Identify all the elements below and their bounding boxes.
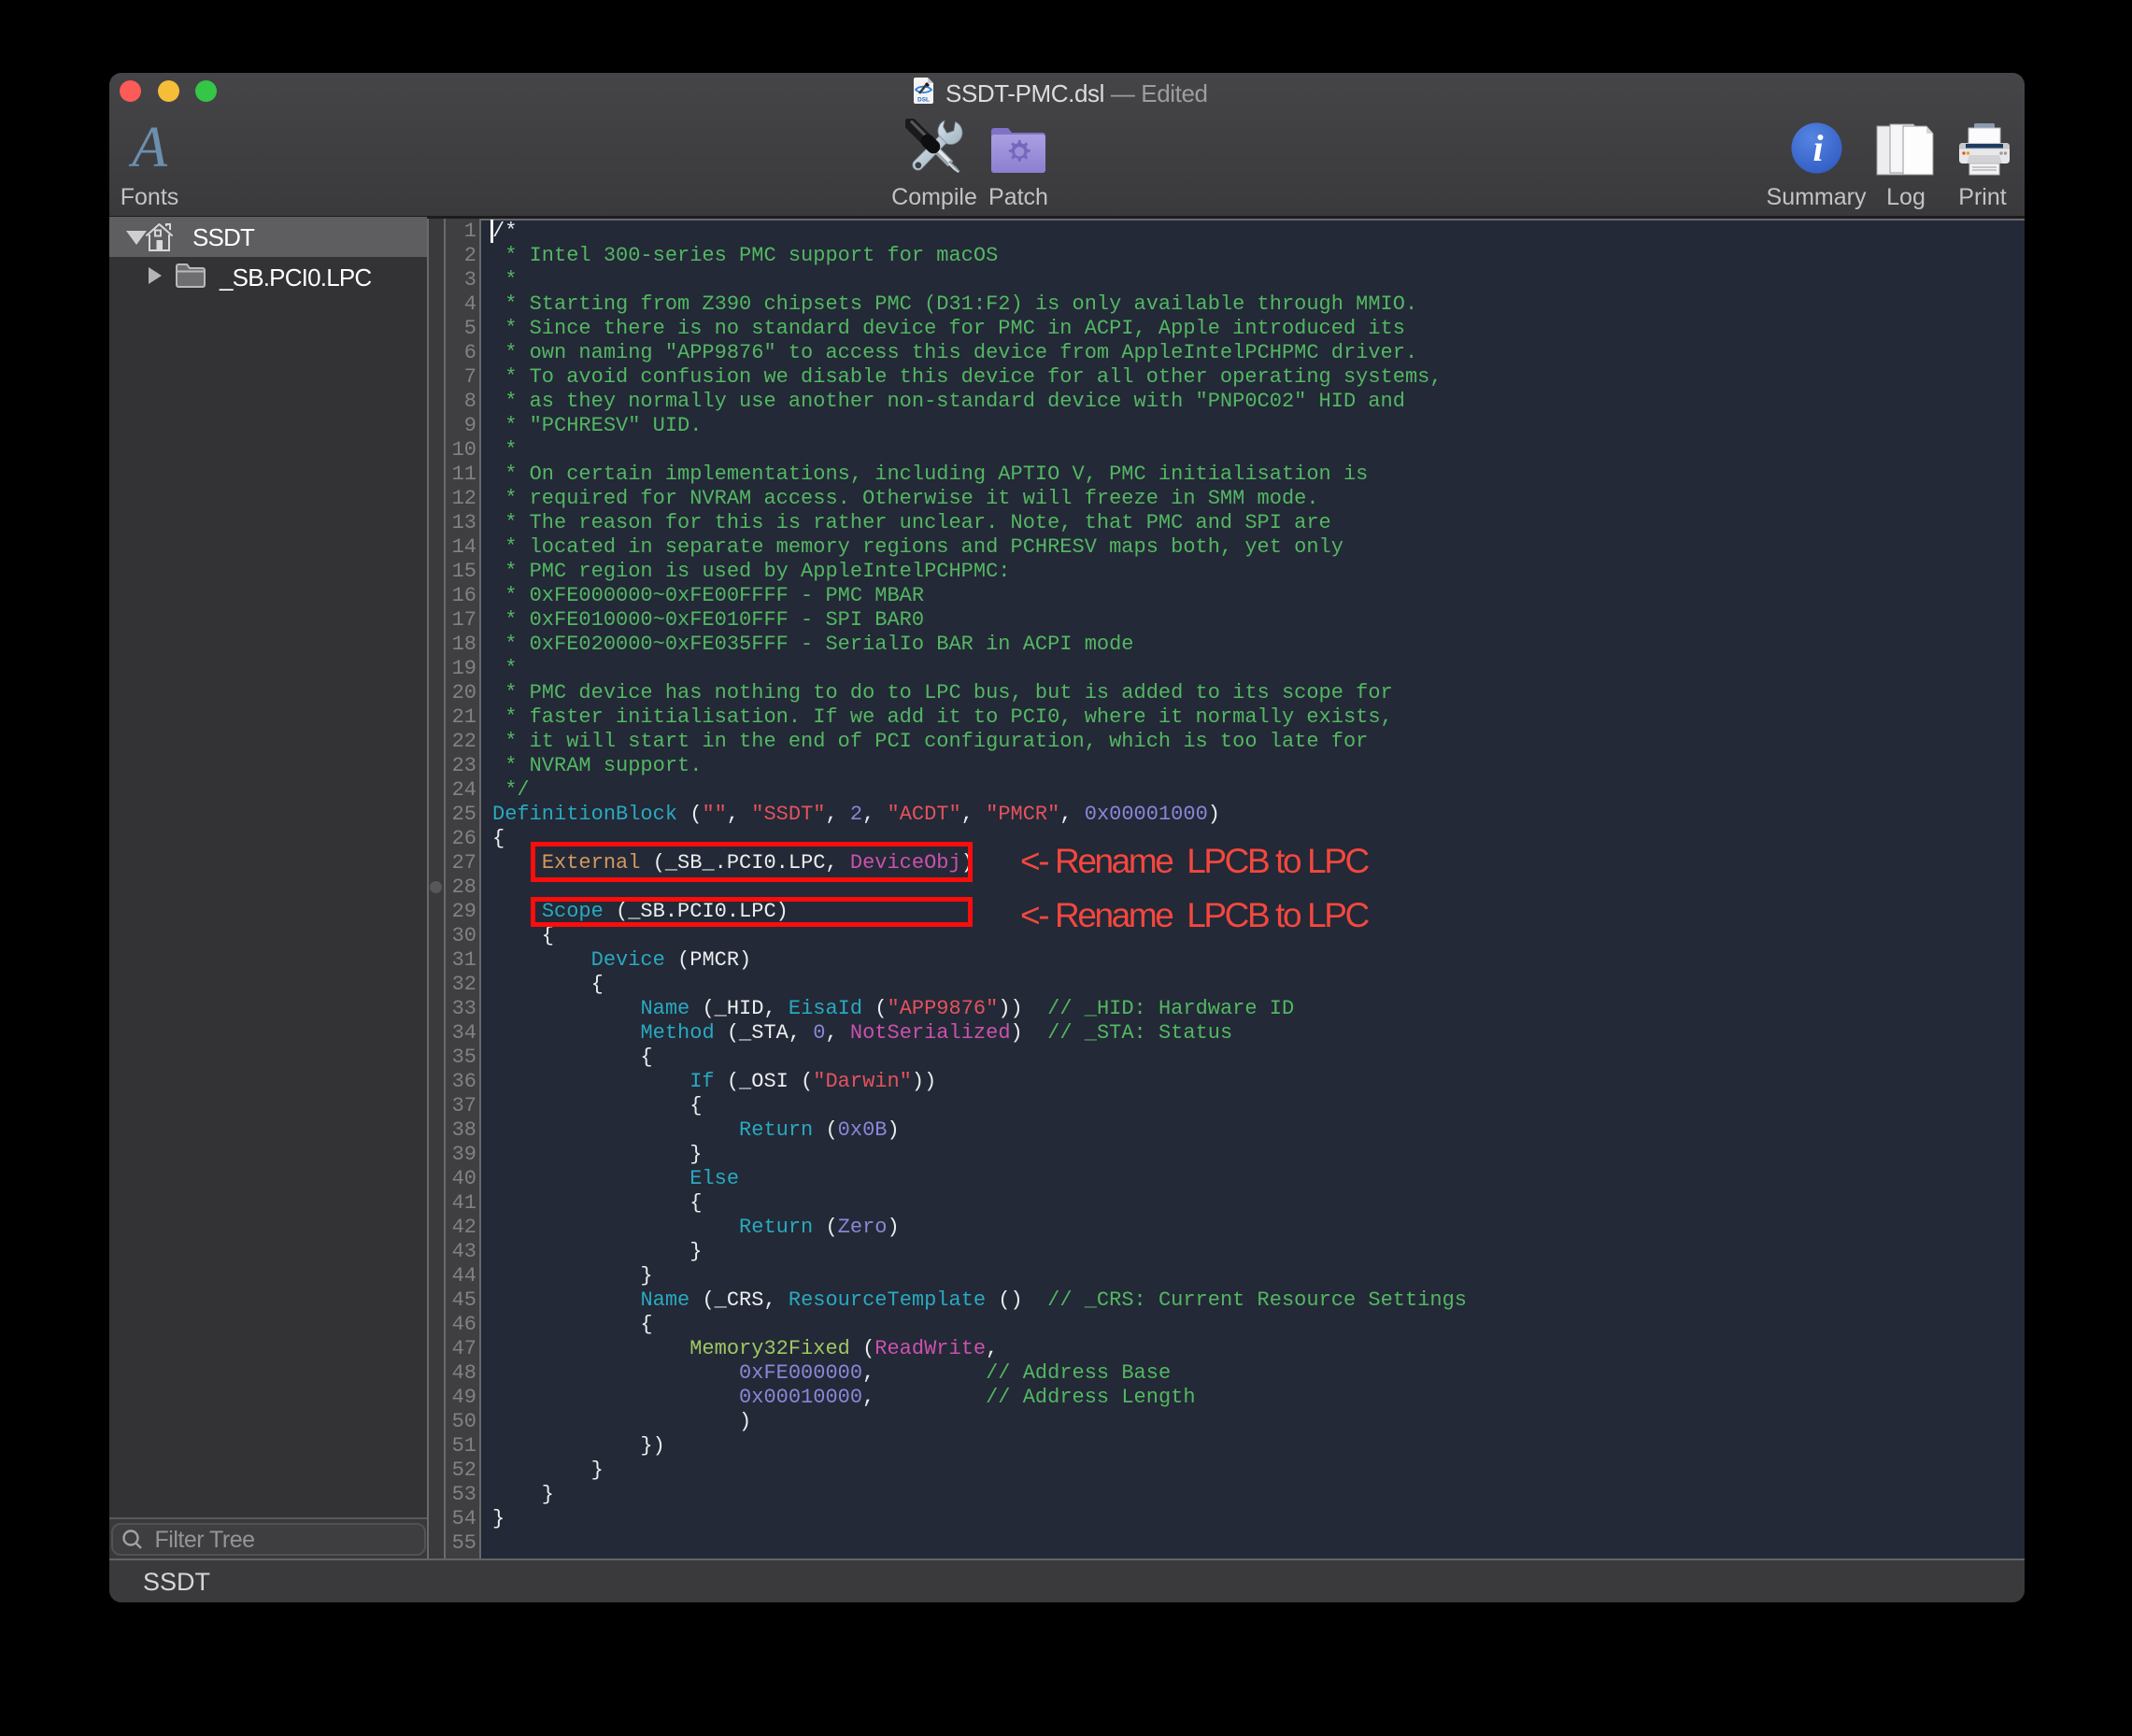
svg-text:DSL: DSL <box>917 97 930 104</box>
svg-text:i: i <box>1812 127 1823 169</box>
